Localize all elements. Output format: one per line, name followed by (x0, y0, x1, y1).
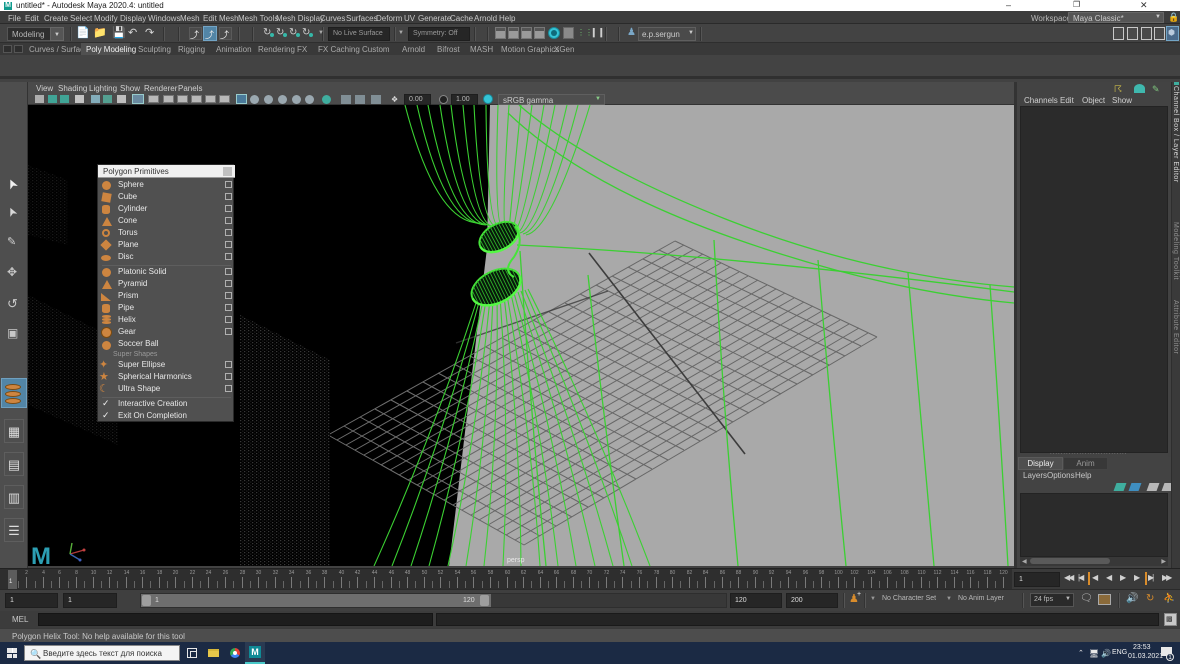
svg-text:M: M (31, 543, 51, 566)
svg-text:persp: persp (507, 557, 525, 564)
